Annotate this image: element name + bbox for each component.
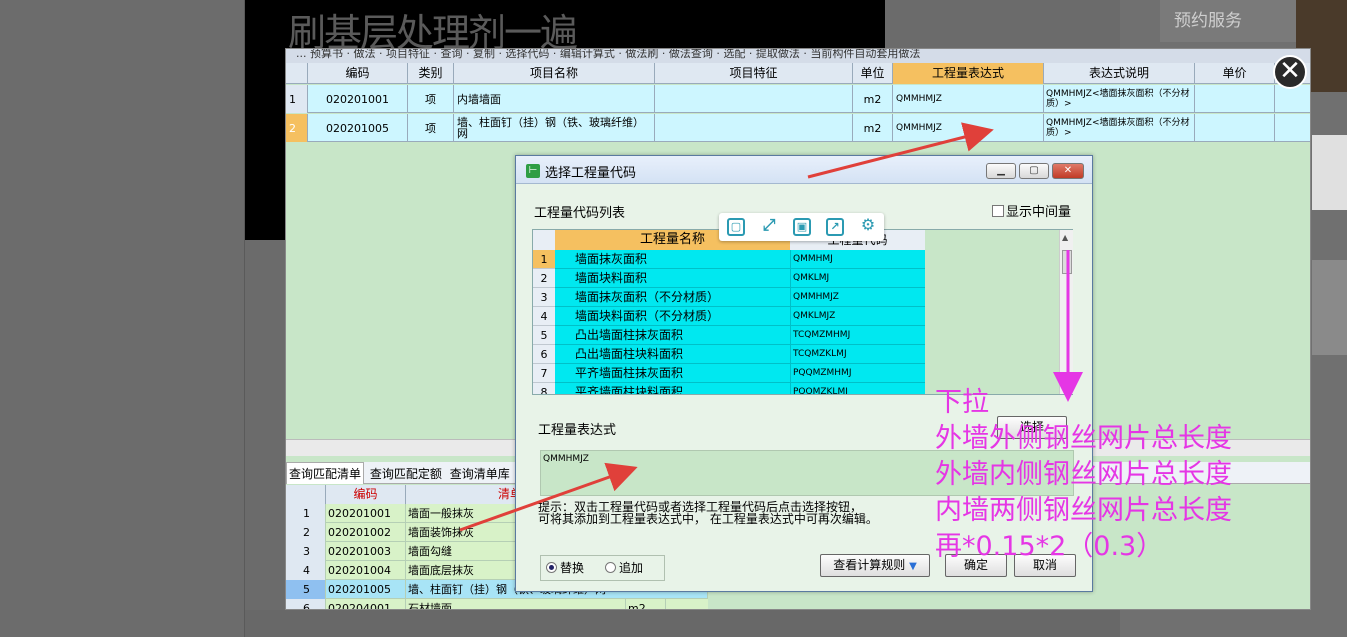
close-icon[interactable]: ✕ xyxy=(1273,55,1307,89)
annotation-line: 外墙内侧钢丝网片总长度 xyxy=(935,459,1232,490)
annotation-line: 外墙外侧钢丝网片总长度 xyxy=(935,423,1232,454)
red-arrow-bottom xyxy=(459,462,638,532)
annotation-line: 再*0.15*2（0.3） xyxy=(935,531,1164,562)
annotation-line: 下拉 xyxy=(935,387,989,418)
red-arrow-top xyxy=(807,122,994,179)
annotation-line: 内墙两侧钢丝网片总长度 xyxy=(935,495,1232,526)
annotation-text: 下拉 外墙外侧钢丝网片总长度 外墙内侧钢丝网片总长度 内墙两侧钢丝网片总长度 再… xyxy=(935,385,1232,565)
